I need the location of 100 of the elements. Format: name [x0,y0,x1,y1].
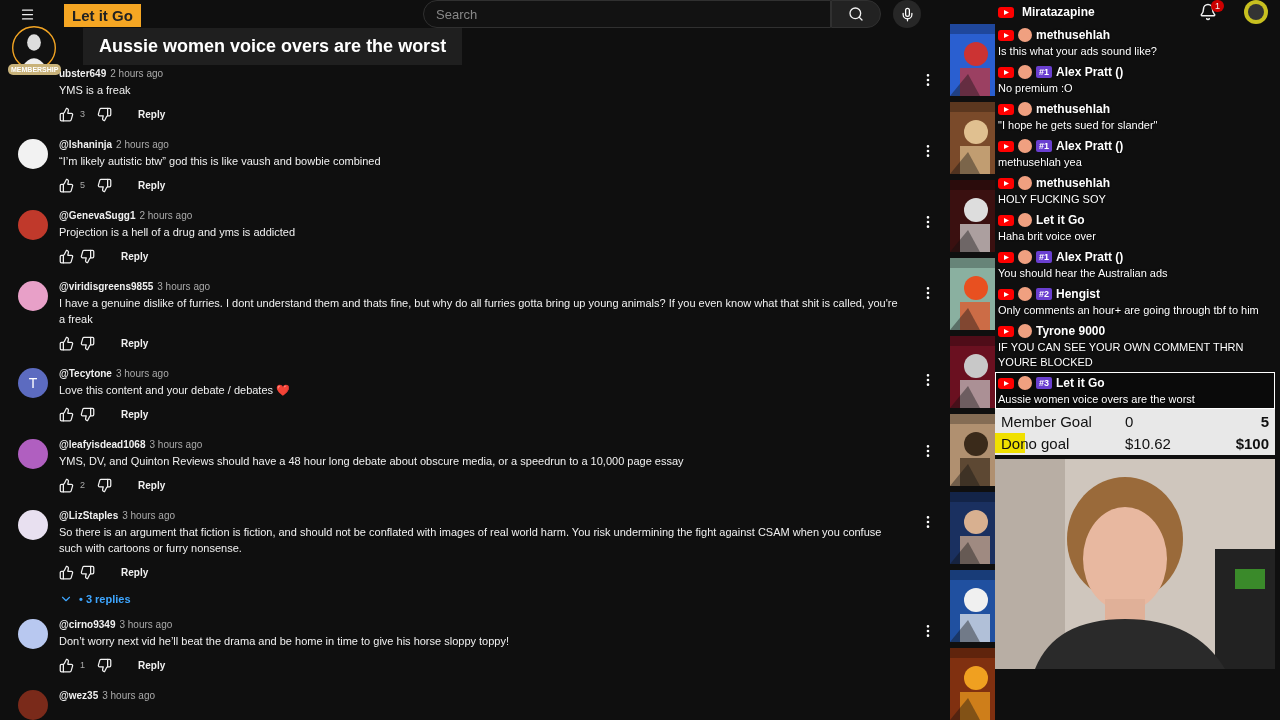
comment-text: So there is an argument that fiction is fiction, and should not be conflated with images of real world harm. You risk undermining the fight against CSAM when you confuse such with cartoons or furry nonsense. [59,525,883,556]
reply-button[interactable]: Reply [132,658,172,672]
alert-name: Let it Go [64,4,141,27]
rank-badge: #2 [1036,288,1052,300]
menu-icon[interactable] [20,6,35,22]
comment-text: Projection is a hell of a drug and yms is addicted [59,225,296,240]
avatar[interactable] [18,619,48,649]
chat-name: methusehlah [1036,28,1110,42]
goal-label: Member Goal [1001,412,1093,430]
comment-author[interactable]: @viridisgreens9855 [59,281,154,292]
goal-current: $10.62 [1125,434,1172,452]
dislike-icon[interactable] [97,657,112,673]
comment-author[interactable]: @Ishaninja [59,139,113,150]
comment-author[interactable]: @cirno9349 [59,619,116,630]
youtube-icon [998,103,1014,115]
comment-text: I have a genuine dislike of furries. I dont understand them and thats fine, but why do all furries gotta bring up young animals? If you even know what that shit is called, you're a freak [59,296,899,327]
reply-button[interactable]: Reply [115,565,155,579]
chat-message: Is this what your ads sound like? [998,44,1158,59]
avatar[interactable]: T [18,368,48,398]
goal-target: 5 [1260,412,1269,430]
avatar [1018,287,1032,301]
comment-author[interactable]: @GenevaSugg1 [59,210,136,221]
avatar[interactable] [18,139,48,169]
youtube-icon [998,288,1014,300]
youtube-icon [998,6,1014,18]
comment-time[interactable]: 3 hours ago [157,281,211,292]
reply-button[interactable]: Reply [132,478,172,492]
comment-author[interactable]: @Tecytone [59,368,112,379]
like-icon[interactable] [59,335,74,351]
reply-button[interactable]: Reply [132,178,172,192]
goal-current: 0 [1125,412,1135,430]
comment-text: Don’t worry next vid he’ll beat the drama and be home in time to give his horse sloppy toppy! [59,634,510,649]
like-icon[interactable] [59,564,74,580]
chat-name: Let it Go [1056,376,1105,390]
comment-author[interactable]: @leafyisdead1068 [59,439,146,450]
comment-time[interactable]: 3 hours ago [122,510,176,521]
search-icon [848,6,864,22]
comment-text: “I’m likely autistic btw” god this is like vaush and bowbie combined [59,154,381,169]
avatar [1018,102,1032,116]
like-icon[interactable] [59,248,74,264]
reply-button[interactable]: Reply [132,107,172,121]
avatar [1018,376,1032,390]
replies-button[interactable]: • 3 replies [59,592,899,606]
bell-icon[interactable] [1199,3,1217,21]
dislike-icon[interactable] [97,477,112,493]
goal-target: $100 [1235,434,1269,452]
chat-message: HOLY FUCKING SOY [998,192,1107,207]
comment-time[interactable]: 2 hours ago [110,68,164,79]
search-button[interactable] [831,0,881,28]
avatar[interactable] [18,510,48,540]
comment-time[interactable]: 3 hours ago [119,619,173,630]
like-icon[interactable] [59,657,74,673]
dislike-icon[interactable] [80,406,95,422]
chat-name: Tyrone 9000 [1036,324,1106,338]
avatar [1018,250,1032,264]
like-count: 1 [80,660,85,670]
comment-author[interactable]: ubster649 [59,68,107,79]
chat-message: Aussie women voice overs are the worst [998,392,1196,407]
comment-time[interactable]: 3 hours ago [149,439,203,450]
alert-message: Aussie women voice overs are the worst [83,28,463,65]
youtube-icon [998,140,1014,152]
like-count: 5 [80,180,85,190]
dislike-icon[interactable] [97,177,112,193]
comment-time[interactable]: 2 hours ago [116,139,169,150]
dislike-icon[interactable] [80,335,95,351]
comment-text: Love this content and your debate / debates ❤ [59,383,291,398]
dislike-icon[interactable] [80,564,95,580]
rank-badge: #3 [1036,377,1052,389]
account-avatar[interactable] [1244,0,1268,24]
reply-button[interactable]: Reply [115,407,155,421]
comment-time[interactable]: 2 hours ago [139,210,193,221]
dislike-icon[interactable] [80,248,95,264]
like-icon[interactable] [59,406,74,422]
dislike-icon[interactable] [97,106,112,122]
avatar [1018,213,1032,227]
search-field[interactable]: Search [423,0,831,28]
chat-name: Let it Go [1036,213,1085,227]
chat-name: Alex Pratt () [1056,250,1124,264]
avatar [1018,139,1032,153]
like-icon[interactable] [59,177,74,193]
chat-message: "I hope he gets sued for slander" [998,118,1159,133]
like-count: 3 [80,109,85,119]
comment-text: YMS, DV, and Quinton Reviews should have a 48 hour long debate about obscure media, or a speedrun to a 10,000 page essay [59,454,684,469]
like-icon[interactable] [59,106,74,122]
chat-message: Only comments an hour+ are going through tbf to him [998,303,1260,318]
mic-button[interactable] [893,0,921,28]
comment-author[interactable]: @wez35 [59,690,99,701]
comment-author[interactable]: @LizStaples [59,510,119,521]
like-icon[interactable] [59,477,74,493]
youtube-icon [998,66,1014,78]
avatar[interactable] [18,281,48,311]
chat-name: methusehlah [1036,176,1110,190]
comment-time[interactable]: 3 hours ago [102,690,156,701]
youtube-icon [998,177,1014,189]
chat-name: Alex Pratt () [1056,65,1124,79]
chat-name: methusehlah [1036,102,1110,116]
comment-time[interactable]: 3 hours ago [115,368,169,379]
reply-button[interactable]: Reply [115,336,155,350]
chat-message: You should hear the Australian ads [998,266,1169,281]
reply-button[interactable]: Reply [115,249,155,263]
